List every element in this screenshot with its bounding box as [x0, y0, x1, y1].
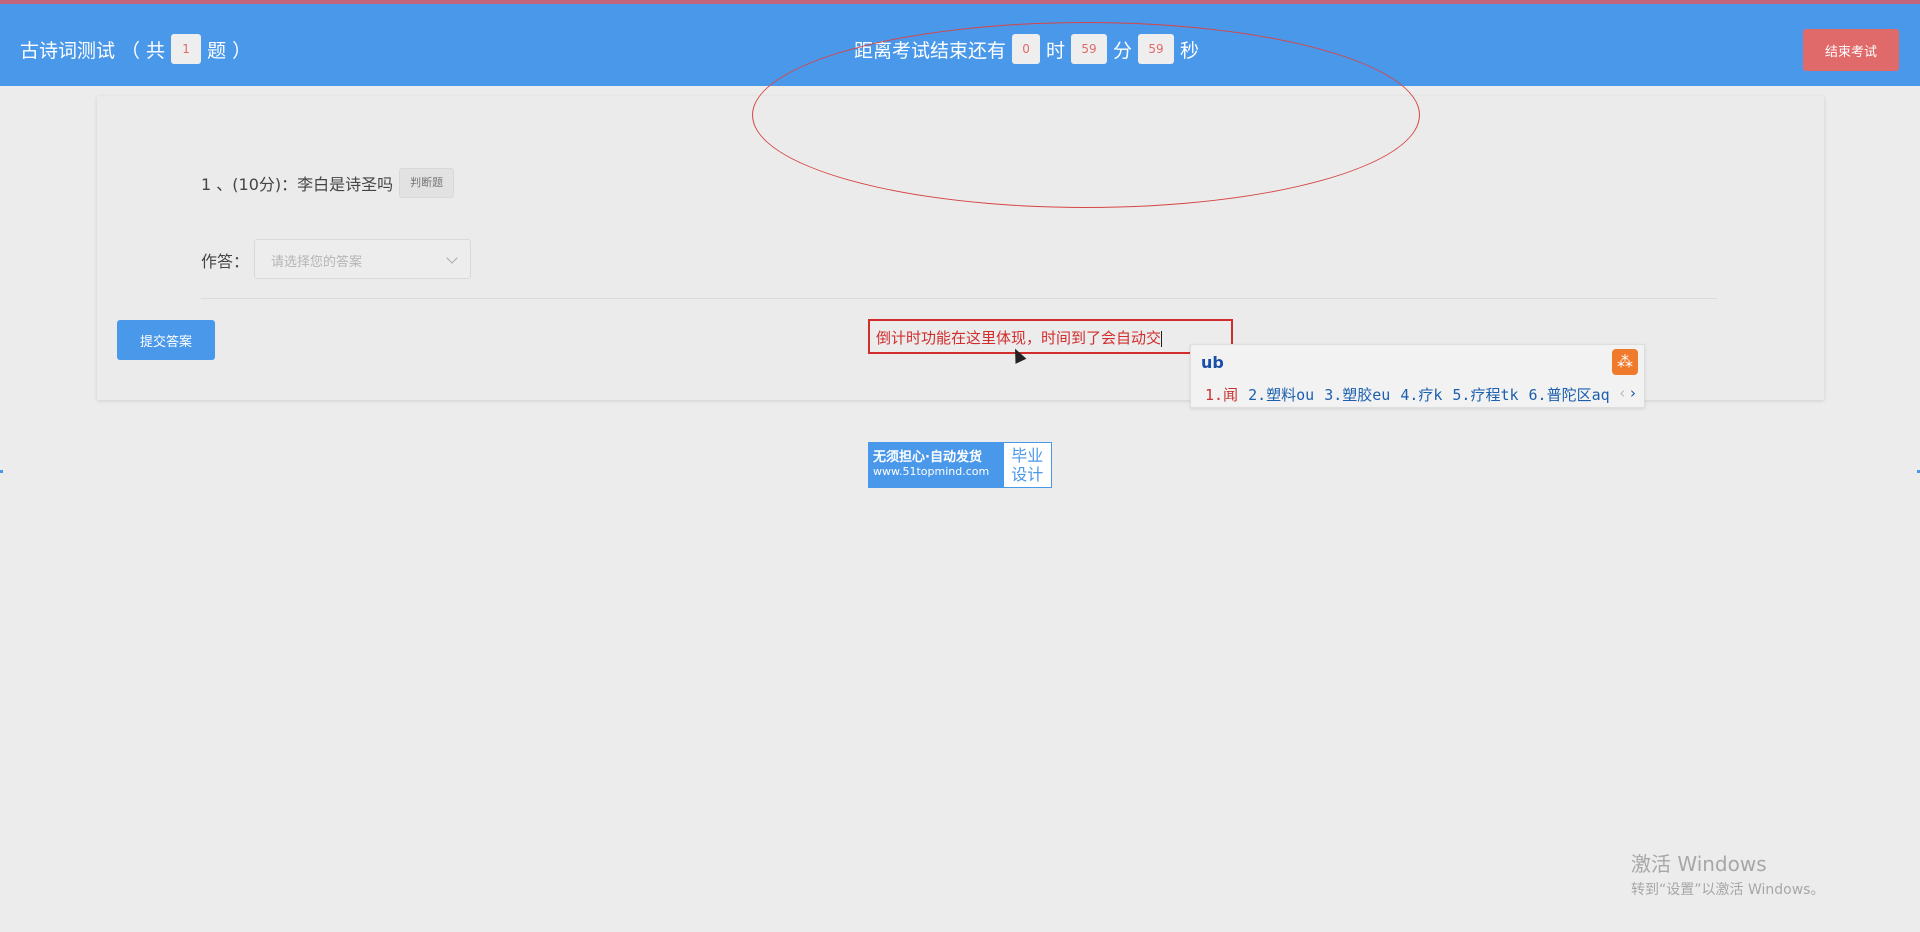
banner-right-line1: 毕业 — [1011, 446, 1044, 465]
ad-banner[interactable]: 无须担心·自动发货 www.51topmind.com 毕业 设计 — [868, 442, 1052, 488]
banner-right: 毕业 设计 — [1003, 443, 1051, 487]
ime-candidate[interactable]: 2.塑料ou — [1248, 384, 1314, 405]
annotation-textbox[interactable]: 倒计时功能在这里体现，时间到了会自动交 — [868, 319, 1233, 354]
ime-candidate[interactable]: 6.普陀区aq — [1529, 384, 1610, 405]
exam-title-text: 古诗词测试 — [20, 39, 116, 62]
end-exam-button[interactable]: 结束考试 — [1803, 29, 1899, 71]
ime-candidate[interactable]: 1.闻 — [1205, 384, 1238, 405]
ime-page-arrows[interactable]: ‹ › — [1619, 384, 1636, 402]
question-row: 1 、(10分)：李白是诗圣吗 判断题 — [201, 168, 455, 198]
submit-answer-button[interactable]: 提交答案 — [117, 320, 215, 360]
banner-left: 无须担心·自动发货 www.51topmind.com — [869, 443, 1004, 487]
banner-right-line2: 设计 — [1011, 465, 1044, 484]
divider — [201, 298, 1717, 299]
question-text: 1 、(10分)：李白是诗圣吗 — [201, 175, 394, 194]
exam-title: 古诗词测试 （ 共 1 题 ） — [20, 34, 251, 64]
windows-activation-watermark: 激活 Windows 转到“设置”以激活 Windows。 — [1631, 848, 1824, 899]
question-count: 1 — [171, 34, 202, 64]
watermark-subtitle: 转到“设置”以激活 Windows。 — [1631, 882, 1825, 898]
answer-select-placeholder: 请选择您的答案 — [271, 255, 363, 270]
chevron-down-icon — [446, 252, 458, 264]
answer-label: 作答： — [201, 252, 250, 271]
text-caret — [1161, 330, 1163, 347]
banner-slogan: 无须担心·自动发货 — [873, 450, 982, 465]
ime-composition: ub — [1201, 353, 1224, 372]
watermark-title: 激活 Windows — [1631, 852, 1767, 876]
ime-candidate[interactable]: 4.疗k — [1400, 384, 1442, 405]
question-type-tag: 判断题 — [399, 168, 455, 198]
banner-url: www.51topmind.com — [873, 465, 990, 478]
chevron-right-icon[interactable]: › — [1630, 384, 1636, 402]
ime-candidate[interactable]: 3.塑胶eu — [1324, 384, 1390, 405]
question-count-suffix: 题 ） — [207, 39, 252, 62]
ime-candidate[interactable]: 5.疗程tk — [1452, 384, 1518, 405]
ime-candidate-list: 1.闻 2.塑料ou 3.塑胶eu 4.疗k 5.疗程tk 6.普陀区aq — [1205, 384, 1610, 405]
question-count-prefix: （ 共 — [121, 39, 166, 62]
annotation-text: 倒计时功能在这里体现，时间到了会自动交 — [876, 329, 1162, 347]
answer-select[interactable]: 请选择您的答案 — [254, 239, 471, 279]
annotation-ellipse — [752, 22, 1420, 208]
ime-candidate-window: ub ⁂ 1.闻 2.塑料ou 3.塑胶eu 4.疗k 5.疗程tk 6.普陀区… — [1190, 344, 1645, 408]
resize-handle-left — [0, 470, 3, 473]
ime-logo-icon: ⁂ — [1612, 349, 1638, 375]
chevron-left-icon[interactable]: ‹ — [1619, 384, 1625, 402]
